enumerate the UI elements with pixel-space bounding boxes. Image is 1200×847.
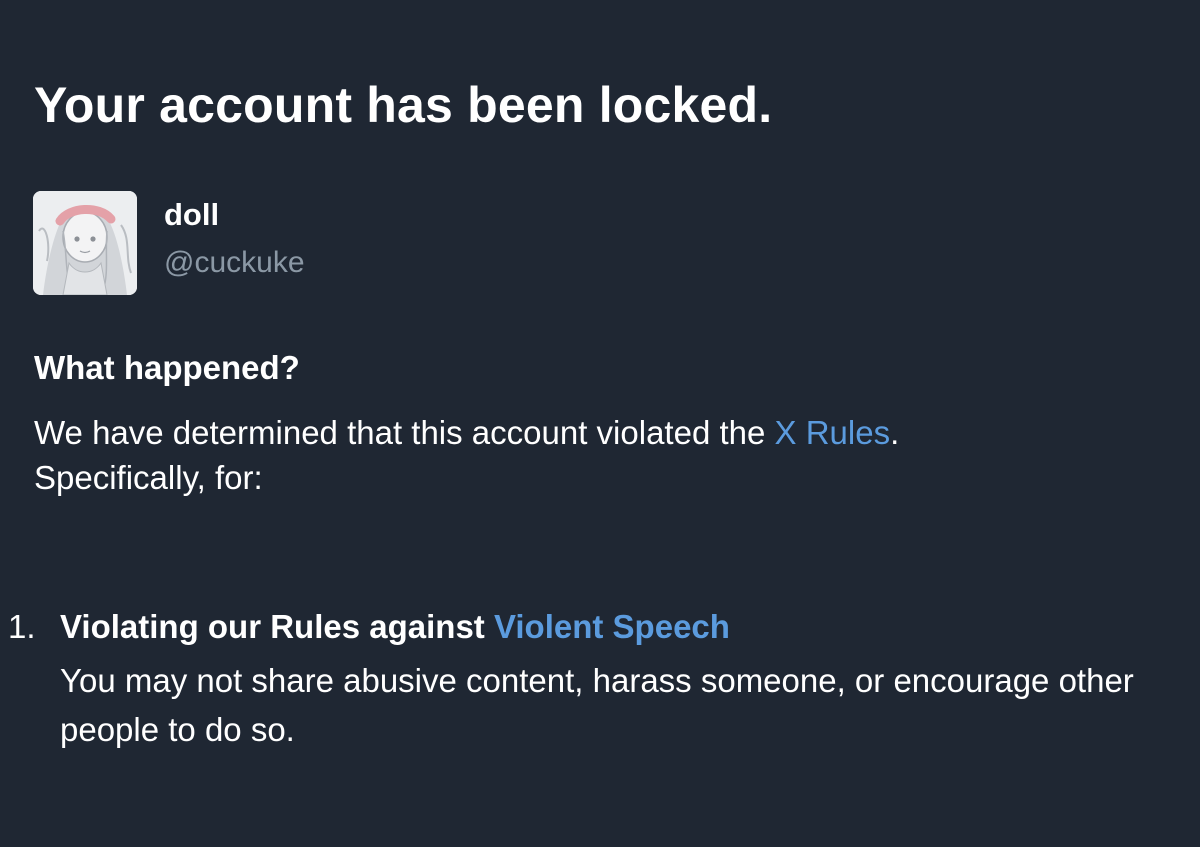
account-locked-page: Your account has been locked. doll @cuck… bbox=[0, 0, 1200, 847]
explanation-text: We have determined that this account vio… bbox=[34, 414, 775, 451]
display-name: doll bbox=[164, 197, 220, 232]
avatar bbox=[33, 191, 137, 295]
page-title: Your account has been locked. bbox=[34, 77, 773, 133]
violation-description: You may not share abusive content, haras… bbox=[60, 662, 1134, 748]
violation-body: Violating our Rules against Violent Spee… bbox=[60, 604, 1158, 754]
violation-number: 1. bbox=[8, 608, 36, 645]
avatar-image bbox=[33, 191, 137, 295]
account-profile: doll @cuckuke bbox=[33, 191, 305, 295]
account-handle: @cuckuke bbox=[164, 246, 305, 279]
x-rules-link[interactable]: X Rules bbox=[775, 414, 891, 451]
violation-explanation: We have determined that this account vio… bbox=[34, 410, 1154, 500]
violation-item: 1. Violating our Rules against Violent S… bbox=[8, 604, 1158, 754]
violent-speech-link[interactable]: Violent Speech bbox=[494, 608, 730, 645]
account-names: doll @cuckuke bbox=[164, 191, 305, 281]
violation-title-text: Violating our Rules against bbox=[60, 608, 494, 645]
specifically-text: Specifically, for: bbox=[34, 459, 263, 496]
violation-title: Violating our Rules against Violent Spee… bbox=[60, 604, 1158, 649]
what-happened-heading: What happened? bbox=[34, 349, 300, 386]
explanation-period: . bbox=[890, 414, 900, 451]
